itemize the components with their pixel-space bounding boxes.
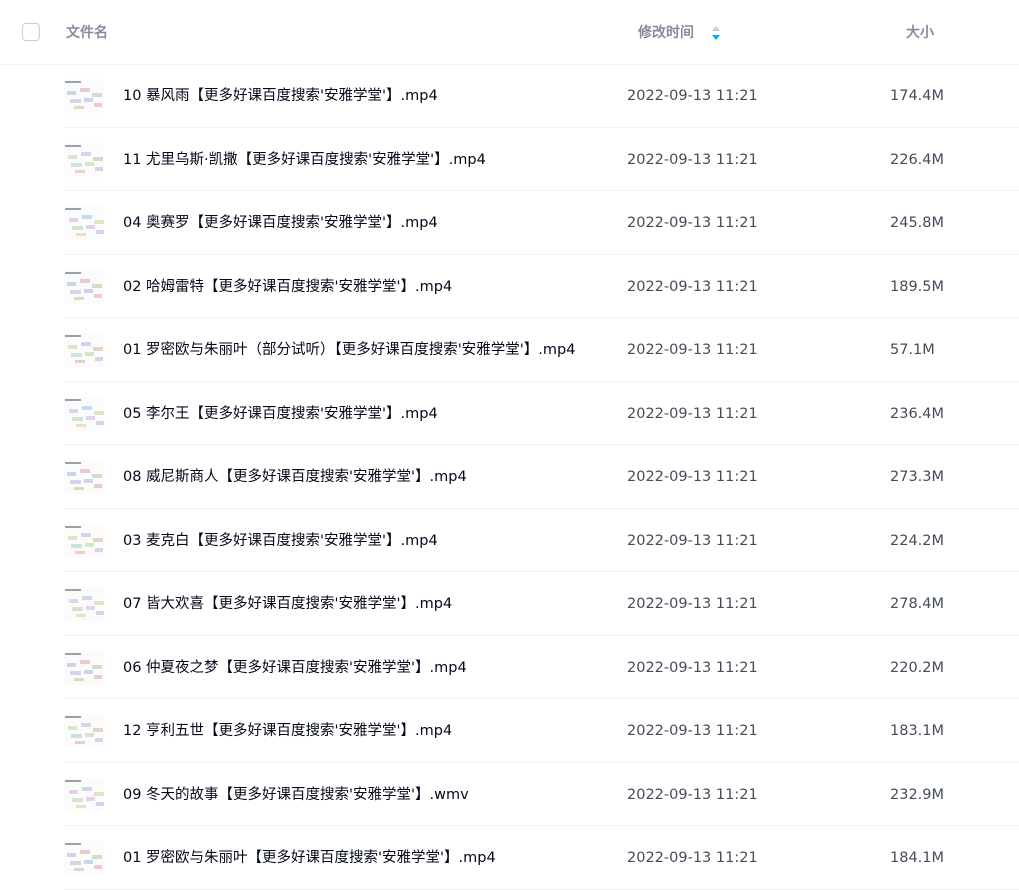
mindmap-preview-icon: [64, 587, 104, 621]
mindmap-preview-icon: [64, 777, 104, 812]
file-list-header: 文件名 修改时间 大小: [0, 0, 1019, 65]
file-modified-time: 2022-09-13 11:21: [627, 342, 758, 358]
file-name[interactable]: 02 哈姆雷特【更多好课百度搜索'安雅学堂'】.mp4: [123, 277, 452, 297]
file-name[interactable]: 04 奥赛罗【更多好课百度搜索'安雅学堂'】.mp4: [123, 213, 438, 233]
file-modified-time: 2022-09-13 11:21: [627, 405, 758, 422]
file-row[interactable]: 01 罗密欧与朱丽叶【更多好课百度搜索'安雅学堂'】.mp4 2022-09-13…: [64, 826, 1019, 890]
file-row[interactable]: 05 李尔王【更多好课百度搜索'安雅学堂'】.mp4 2022-09-13 11:…: [64, 382, 1019, 445]
file-modified-time: 2022-09-13 11:21: [627, 88, 758, 104]
sort-arrows-icon[interactable]: [712, 26, 720, 40]
file-row[interactable]: 02 哈姆雷特【更多好课百度搜索'安雅学堂'】.mp4 2022-09-13 11…: [64, 255, 1019, 318]
mindmap-preview-icon: [64, 714, 104, 748]
video-thumbnail[interactable]: [64, 777, 104, 812]
file-row[interactable]: 12 亨利五世【更多好课百度搜索'安雅学堂'】.mp4 2022-09-13 11…: [64, 699, 1019, 763]
column-header-size[interactable]: 大小: [906, 24, 934, 42]
file-size: 183.1M: [890, 723, 945, 739]
file-row[interactable]: 11 尤里乌斯·凯撒【更多好课百度搜索'安雅学堂'】.mp4 2022-09-13…: [64, 128, 1019, 191]
video-thumbnail[interactable]: [64, 142, 104, 177]
file-modified-time: 2022-09-13 11:21: [627, 786, 758, 803]
mindmap-preview-icon: [64, 841, 104, 875]
mindmap-preview-icon: [64, 142, 104, 177]
file-row[interactable]: 09 冬天的故事【更多好课百度搜索'安雅学堂'】.wmv 2022-09-13 1…: [64, 763, 1019, 826]
file-name[interactable]: 03 麦克白【更多好课百度搜索'安雅学堂'】.mp4: [123, 531, 438, 551]
file-row[interactable]: 06 仲夏夜之梦【更多好课百度搜索'安雅学堂'】.mp4 2022-09-13 1…: [64, 636, 1019, 699]
file-size: 236.4M: [890, 405, 945, 422]
file-name[interactable]: 11 尤里乌斯·凯撒【更多好课百度搜索'安雅学堂'】.mp4: [123, 150, 486, 170]
video-thumbnail[interactable]: [64, 714, 104, 748]
file-row[interactable]: 08 威尼斯商人【更多好课百度搜索'安雅学堂'】.mp4 2022-09-13 1…: [64, 445, 1019, 509]
mindmap-preview-icon: [64, 79, 104, 113]
video-thumbnail[interactable]: [64, 269, 104, 304]
file-size: 273.3M: [890, 469, 945, 485]
file-list: 10 暴风雨【更多好课百度搜索'安雅学堂'】.mp4 2022-09-13 11:…: [0, 64, 1019, 890]
file-size: 226.4M: [890, 151, 945, 168]
file-row[interactable]: 07 皆大欢喜【更多好课百度搜索'安雅学堂'】.mp4 2022-09-13 11…: [64, 572, 1019, 636]
file-size: 220.2M: [890, 659, 945, 676]
mindmap-preview-icon: [64, 206, 104, 240]
video-thumbnail[interactable]: [64, 587, 104, 621]
file-size: 57.1M: [890, 342, 935, 358]
file-name[interactable]: 09 冬天的故事【更多好课百度搜索'安雅学堂'】.wmv: [123, 785, 469, 805]
video-thumbnail[interactable]: [64, 523, 104, 558]
video-thumbnail[interactable]: [64, 396, 104, 431]
mindmap-preview-icon: [64, 523, 104, 558]
file-size: 189.5M: [890, 278, 945, 295]
file-modified-time: 2022-09-13 11:21: [627, 723, 758, 739]
file-size: 278.4M: [890, 596, 945, 612]
video-thumbnail[interactable]: [64, 650, 104, 685]
mindmap-preview-icon: [64, 650, 104, 685]
file-name[interactable]: 10 暴风雨【更多好课百度搜索'安雅学堂'】.mp4: [123, 86, 438, 106]
video-thumbnail[interactable]: [64, 460, 104, 494]
mindmap-preview-icon: [64, 396, 104, 431]
file-modified-time: 2022-09-13 11:21: [627, 532, 758, 549]
file-row[interactable]: 03 麦克白【更多好课百度搜索'安雅学堂'】.mp4 2022-09-13 11:…: [64, 509, 1019, 572]
file-modified-time: 2022-09-13 11:21: [627, 278, 758, 295]
video-thumbnail[interactable]: [64, 333, 104, 367]
mindmap-preview-icon: [64, 333, 104, 367]
file-size: 184.1M: [890, 850, 945, 866]
file-size: 224.2M: [890, 532, 945, 549]
file-modified-time: 2022-09-13 11:21: [627, 850, 758, 866]
file-modified-time: 2022-09-13 11:21: [627, 215, 758, 231]
video-thumbnail[interactable]: [64, 841, 104, 875]
file-name[interactable]: 06 仲夏夜之梦【更多好课百度搜索'安雅学堂'】.mp4: [123, 658, 467, 678]
mindmap-preview-icon: [64, 460, 104, 494]
file-modified-time: 2022-09-13 11:21: [627, 151, 758, 168]
file-name[interactable]: 05 李尔王【更多好课百度搜索'安雅学堂'】.mp4: [123, 404, 438, 424]
column-header-modified-time[interactable]: 修改时间: [638, 24, 694, 42]
file-modified-time: 2022-09-13 11:21: [627, 596, 758, 612]
file-name[interactable]: 01 罗密欧与朱丽叶【更多好课百度搜索'安雅学堂'】.mp4: [123, 848, 496, 868]
select-all-checkbox[interactable]: [22, 23, 40, 41]
file-size: 245.8M: [890, 215, 945, 231]
file-name[interactable]: 12 亨利五世【更多好课百度搜索'安雅学堂'】.mp4: [123, 721, 452, 741]
mindmap-preview-icon: [64, 269, 104, 304]
file-size: 174.4M: [890, 88, 945, 104]
file-name[interactable]: 08 威尼斯商人【更多好课百度搜索'安雅学堂'】.mp4: [123, 467, 467, 487]
video-thumbnail[interactable]: [64, 206, 104, 240]
file-modified-time: 2022-09-13 11:21: [627, 469, 758, 485]
file-row[interactable]: 01 罗密欧与朱丽叶（部分试听）【更多好课百度搜索'安雅学堂'】.mp4 2022…: [64, 318, 1019, 382]
file-row[interactable]: 04 奥赛罗【更多好课百度搜索'安雅学堂'】.mp4 2022-09-13 11:…: [64, 191, 1019, 255]
file-name[interactable]: 07 皆大欢喜【更多好课百度搜索'安雅学堂'】.mp4: [123, 594, 452, 614]
file-modified-time: 2022-09-13 11:21: [627, 659, 758, 676]
file-size: 232.9M: [890, 786, 945, 803]
file-name[interactable]: 01 罗密欧与朱丽叶（部分试听）【更多好课百度搜索'安雅学堂'】.mp4: [123, 340, 575, 360]
column-header-name[interactable]: 文件名: [66, 24, 108, 42]
file-row[interactable]: 10 暴风雨【更多好课百度搜索'安雅学堂'】.mp4 2022-09-13 11:…: [64, 64, 1019, 128]
video-thumbnail[interactable]: [64, 79, 104, 113]
